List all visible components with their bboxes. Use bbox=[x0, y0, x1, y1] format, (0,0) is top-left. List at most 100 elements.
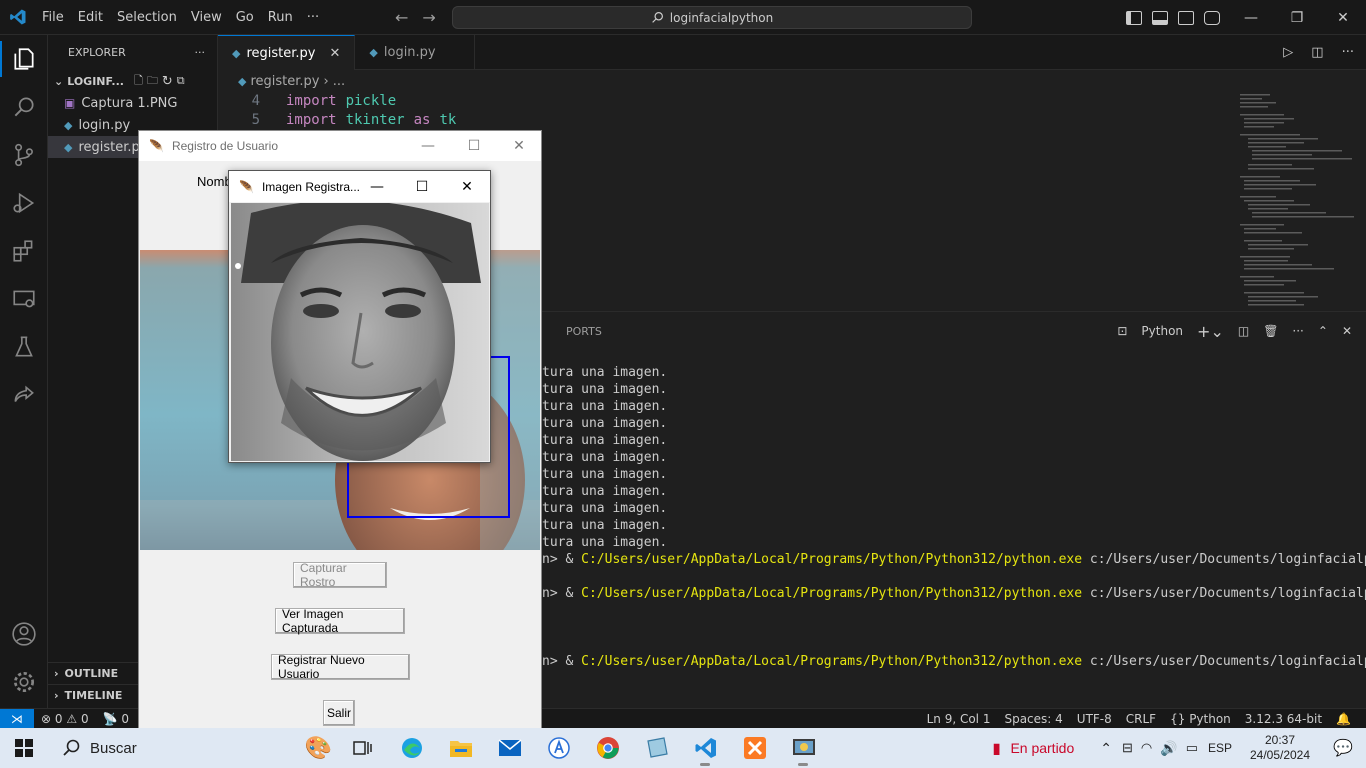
registro-close-button[interactable]: ✕ bbox=[496, 131, 542, 161]
collapse-all-icon[interactable]: ⧉ bbox=[177, 74, 185, 88]
toggle-panel-icon[interactable] bbox=[1152, 10, 1168, 25]
taskbar-search[interactable]: Buscar 🎨 bbox=[48, 728, 338, 768]
tab-register[interactable]: ◆ register.py ✕ bbox=[218, 35, 356, 70]
language-indicator[interactable]: ESP bbox=[1208, 741, 1232, 755]
edge-browser-icon[interactable] bbox=[387, 728, 436, 768]
panel-more-icon[interactable]: ··· bbox=[1292, 324, 1303, 338]
terminal-output[interactable]: tura una imagen. tura una imagen. tura una… bbox=[542, 364, 1366, 694]
testing-icon[interactable] bbox=[0, 323, 48, 371]
line-endings[interactable]: CRLF bbox=[1119, 712, 1163, 726]
notes-app-icon[interactable] bbox=[632, 728, 681, 768]
minimap[interactable] bbox=[1236, 92, 1354, 312]
registro-maximize-button[interactable]: ☐ bbox=[451, 131, 497, 161]
new-terminal-icon[interactable]: +⌄ bbox=[1197, 322, 1224, 341]
command-center-search[interactable]: loginfacialpython bbox=[452, 6, 972, 29]
search-icon[interactable] bbox=[0, 83, 48, 131]
explorer-more-button[interactable]: ··· bbox=[195, 46, 206, 59]
capturar-rostro-button[interactable]: Capturar Rostro bbox=[293, 561, 387, 589]
refresh-icon[interactable]: ↻ bbox=[162, 74, 173, 89]
kill-terminal-icon[interactable]: 🗑 bbox=[1263, 324, 1278, 338]
terminal-text: tura una imagen. bbox=[542, 382, 668, 397]
tab-ports[interactable]: PORTS bbox=[566, 325, 602, 338]
code-line: 5 import tkinter as tk bbox=[218, 111, 1233, 130]
file-explorer-icon[interactable] bbox=[436, 728, 485, 768]
menu-selection[interactable]: Selection bbox=[110, 0, 184, 35]
notifications-icon[interactable]: 💬 bbox=[1320, 738, 1366, 758]
mail-icon[interactable] bbox=[485, 728, 534, 768]
menu-run[interactable]: Run bbox=[261, 0, 300, 35]
settings-gear-icon[interactable] bbox=[0, 658, 48, 706]
accounts-icon[interactable] bbox=[0, 610, 48, 658]
live-game-text[interactable]: En partido bbox=[1010, 740, 1074, 756]
ver-imagen-button[interactable]: Ver Imagen Capturada bbox=[275, 607, 405, 635]
toggle-secondary-sidebar-icon[interactable] bbox=[1178, 10, 1194, 25]
terminal-line: tura una imagen. bbox=[542, 449, 1366, 466]
maximize-panel-icon[interactable]: ⌃ bbox=[1318, 324, 1328, 338]
ports-status[interactable]: 📡 0 bbox=[96, 712, 136, 726]
wifi-icon[interactable]: ◠ bbox=[1141, 740, 1152, 756]
remote-indicator-icon[interactable]: ⋊ bbox=[0, 708, 34, 729]
python-interpreter[interactable]: 3.12.3 64-bit bbox=[1238, 712, 1329, 726]
live-share-icon[interactable] bbox=[0, 371, 48, 419]
imagen-maximize-button[interactable]: ☐ bbox=[399, 171, 445, 202]
remote-explorer-icon[interactable] bbox=[0, 275, 48, 323]
editor-more-icon[interactable]: ··· bbox=[1342, 45, 1354, 60]
breadcrumb-file[interactable]: register.py bbox=[250, 74, 319, 89]
minimize-window-button[interactable]: — bbox=[1228, 0, 1274, 35]
vscode-taskbar-icon[interactable] bbox=[681, 728, 730, 768]
new-folder-icon[interactable]: 🗀 bbox=[147, 72, 158, 91]
code-alias: tk bbox=[439, 112, 457, 128]
language-mode[interactable]: {} Python bbox=[1163, 712, 1238, 726]
problems-status[interactable]: ⊗ 0 ⚠ 0 bbox=[34, 712, 96, 726]
run-debug-icon[interactable] bbox=[0, 179, 48, 227]
volume-icon[interactable]: 🔊 bbox=[1160, 740, 1177, 757]
xampp-icon[interactable] bbox=[730, 728, 779, 768]
task-view-icon[interactable] bbox=[338, 728, 387, 768]
chrome-icon[interactable] bbox=[583, 728, 632, 768]
terminal-name[interactable]: Python bbox=[1141, 324, 1183, 338]
menu-view[interactable]: View bbox=[184, 0, 229, 35]
encoding[interactable]: UTF-8 bbox=[1070, 712, 1119, 726]
split-terminal-icon[interactable]: ◫ bbox=[1238, 324, 1249, 338]
store-app-icon[interactable] bbox=[534, 728, 583, 768]
notifications-bell-icon[interactable]: 🔔 bbox=[1329, 712, 1358, 726]
breadcrumb-symbol[interactable]: ... bbox=[333, 74, 345, 89]
nba-icon[interactable]: ▮ bbox=[993, 740, 1001, 757]
menu-go[interactable]: Go bbox=[229, 0, 261, 35]
terminal-text: tura una imagen. bbox=[542, 467, 668, 482]
imagen-minimize-button[interactable]: — bbox=[354, 171, 400, 202]
customize-layout-icon[interactable] bbox=[1204, 10, 1220, 25]
windows-start-button[interactable] bbox=[0, 728, 48, 768]
tab-login[interactable]: ◆ login.py bbox=[355, 35, 476, 70]
new-file-icon[interactable]: 🗋 bbox=[134, 72, 143, 91]
close-panel-icon[interactable]: ✕ bbox=[1342, 324, 1352, 338]
restore-window-button[interactable]: ❐ bbox=[1274, 0, 1320, 35]
indentation[interactable]: Spaces: 4 bbox=[997, 712, 1069, 726]
clock[interactable]: 20:37 24/05/2024 bbox=[1240, 733, 1320, 763]
close-window-button[interactable]: ✕ bbox=[1320, 0, 1366, 35]
menu-file[interactable]: File bbox=[35, 0, 71, 35]
battery-icon[interactable]: ▭ bbox=[1186, 740, 1198, 756]
source-control-icon[interactable] bbox=[0, 131, 48, 179]
registrar-usuario-button[interactable]: Registrar Nuevo Usuario bbox=[271, 653, 410, 681]
registro-minimize-button[interactable]: — bbox=[405, 131, 451, 161]
split-editor-icon[interactable]: ◫ bbox=[1311, 45, 1323, 60]
imagen-close-button[interactable]: ✕ bbox=[444, 171, 490, 202]
file-item-captura[interactable]: ▣ Captura 1.PNG bbox=[48, 92, 217, 114]
salir-button[interactable]: Salir bbox=[323, 700, 355, 726]
chevron-up-icon[interactable]: ⌃ bbox=[1100, 740, 1112, 757]
close-tab-icon[interactable]: ✕ bbox=[330, 46, 341, 61]
forward-arrow-icon[interactable]: → bbox=[422, 8, 435, 27]
back-arrow-icon[interactable]: ← bbox=[395, 8, 408, 27]
workspace-folder[interactable]: ⌄ LOGINF... 🗋 🗀 ↻ ⧉ bbox=[48, 70, 217, 92]
toggle-sidebar-icon[interactable] bbox=[1126, 10, 1142, 25]
code-editor[interactable]: 4 import pickle 5 import tkinter as tk bbox=[218, 92, 1233, 130]
run-file-icon[interactable]: ▷ bbox=[1283, 45, 1293, 60]
menu-more[interactable]: ··· bbox=[300, 0, 326, 35]
cursor-position[interactable]: Ln 9, Col 1 bbox=[920, 712, 998, 726]
explorer-icon[interactable] bbox=[0, 35, 48, 83]
menu-edit[interactable]: Edit bbox=[71, 0, 110, 35]
python-tk-app-icon[interactable] bbox=[779, 728, 828, 768]
extensions-icon[interactable] bbox=[0, 227, 48, 275]
device-icon[interactable]: ⊟ bbox=[1122, 740, 1133, 756]
